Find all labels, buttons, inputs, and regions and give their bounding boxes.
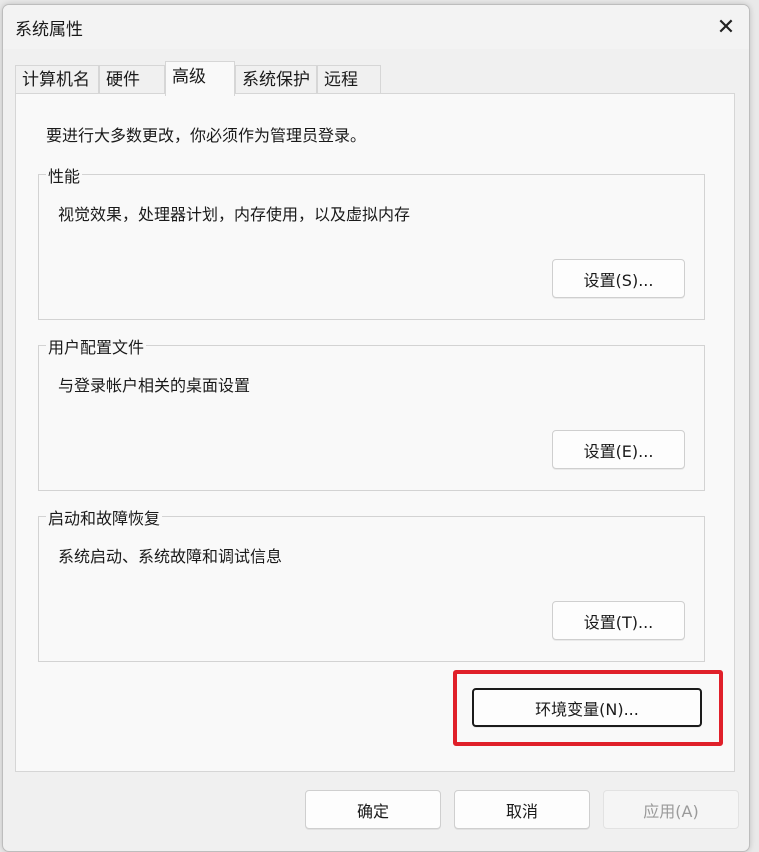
system-properties-dialog: 系统属性 ✕ 计算机名 硬件 高级 系统保护 远程 要进行大多数更改，你必须作为… xyxy=(2,4,750,852)
performance-group-title: 性能 xyxy=(46,163,83,187)
user-profiles-description: 与登录帐户相关的桌面设置 xyxy=(58,376,251,395)
performance-group: 性能 视觉效果，处理器计划，内存使用，以及虚拟内存 设置(S)... xyxy=(38,163,705,320)
apply-button[interactable]: 应用(A) xyxy=(603,790,739,829)
performance-settings-button[interactable]: 设置(S)... xyxy=(552,259,685,298)
user-profiles-settings-button[interactable]: 设置(E)... xyxy=(552,430,685,469)
title-bar: 系统属性 ✕ xyxy=(3,5,749,49)
tab-computer-name[interactable]: 计算机名 xyxy=(15,65,99,94)
admin-notice: 要进行大多数更改，你必须作为管理员登录。 xyxy=(46,126,367,145)
tab-remote[interactable]: 远程 xyxy=(317,65,381,94)
startup-recovery-group: 启动和故障恢复 系统启动、系统故障和调试信息 设置(T)... xyxy=(38,505,705,662)
startup-recovery-description: 系统启动、系统故障和调试信息 xyxy=(58,547,283,566)
startup-recovery-settings-button[interactable]: 设置(T)... xyxy=(552,601,685,640)
performance-description: 视觉效果，处理器计划，内存使用，以及虚拟内存 xyxy=(58,205,411,224)
user-profiles-group: 用户配置文件 与登录帐户相关的桌面设置 设置(E)... xyxy=(38,334,705,491)
tab-advanced[interactable]: 高级 xyxy=(165,61,235,96)
tab-system-protection[interactable]: 系统保护 xyxy=(235,65,317,94)
close-icon[interactable]: ✕ xyxy=(703,5,749,49)
ok-button[interactable]: 确定 xyxy=(305,790,441,829)
user-profiles-group-title: 用户配置文件 xyxy=(46,334,147,358)
startup-recovery-group-title: 启动和故障恢复 xyxy=(46,505,163,529)
cancel-button[interactable]: 取消 xyxy=(454,790,590,829)
window-title: 系统属性 xyxy=(15,20,83,40)
environment-variables-button[interactable]: 环境变量(N)... xyxy=(472,688,702,727)
advanced-tab-panel: 要进行大多数更改，你必须作为管理员登录。 性能 视觉效果，处理器计划，内存使用，… xyxy=(15,93,735,772)
tab-hardware[interactable]: 硬件 xyxy=(99,65,165,94)
